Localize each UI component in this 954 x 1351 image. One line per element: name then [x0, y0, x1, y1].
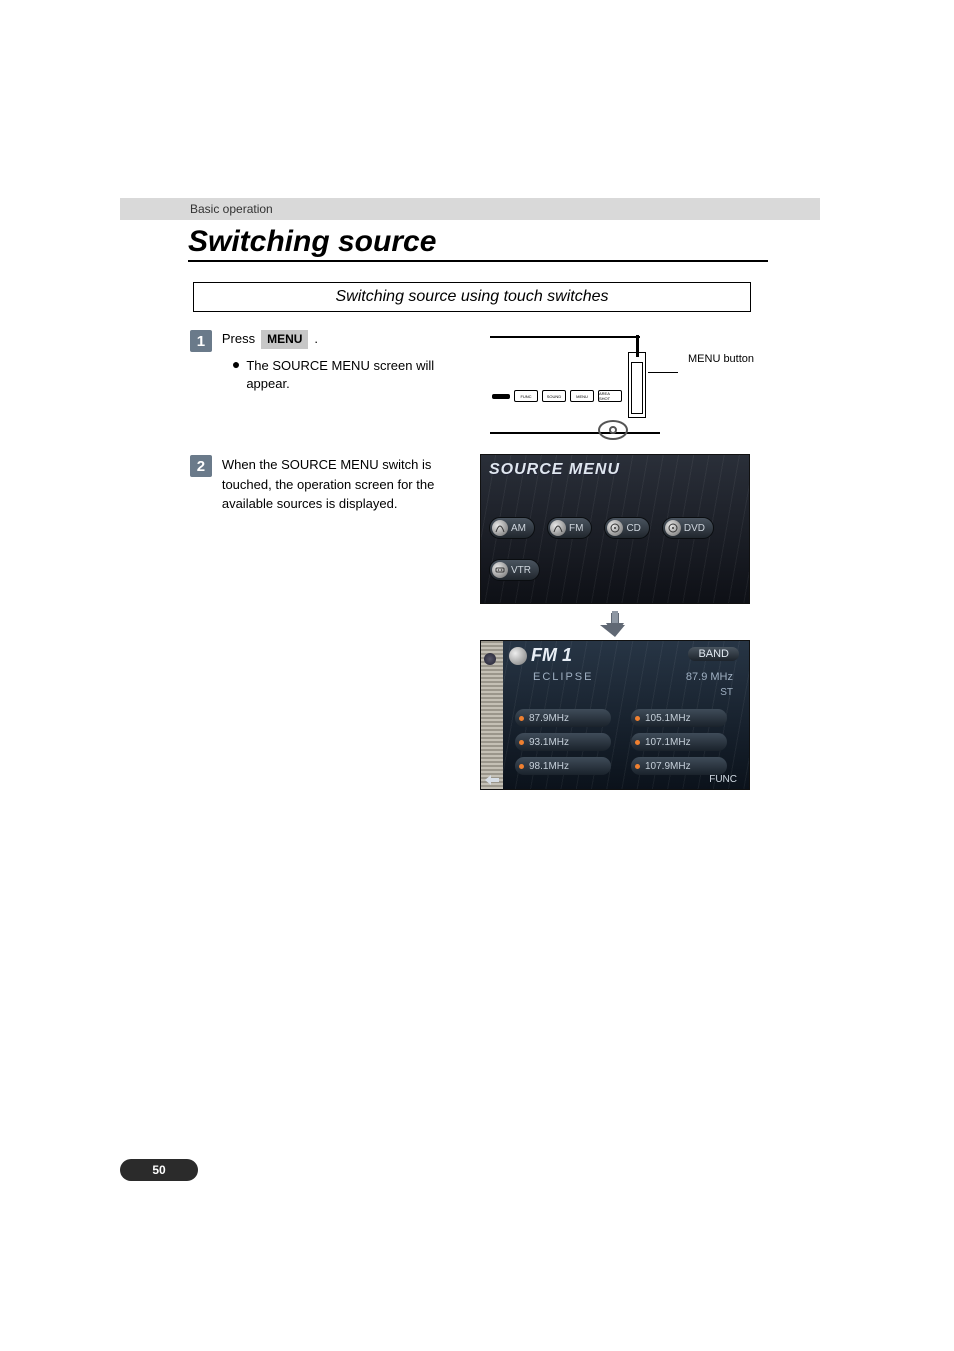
- step-1-body: Press MENU . ● The SOURCE MENU screen wi…: [222, 330, 470, 393]
- fm-screenshot: FM 1 BAND ECLIPSE 87.9 MHz ST 87.9MHz 10…: [480, 640, 750, 790]
- fm-stereo-indicator: ST: [720, 687, 733, 698]
- step-2: 2 When the SOURCE MENU switch is touched…: [190, 455, 470, 514]
- source-menu-title: SOURCE MENU: [489, 461, 620, 479]
- fm-func-button[interactable]: FUNC: [709, 774, 737, 785]
- title-rule: [188, 260, 768, 262]
- device-bottom-edge: [490, 432, 660, 434]
- category-text: Basic operation: [190, 202, 273, 216]
- press-period: .: [314, 330, 318, 348]
- source-cd-label: CD: [626, 523, 640, 534]
- fm-preset-3[interactable]: 93.1MHz: [515, 733, 611, 751]
- fm-preset-6[interactable]: 107.9MHz: [631, 757, 727, 775]
- device-slot: [492, 394, 510, 399]
- source-vtr-label: VTR: [511, 565, 531, 576]
- source-vtr-chip[interactable]: VTR: [489, 559, 540, 581]
- source-menu-screenshot: SOURCE MENU SOURCE MENU AM FM CD DVD: [480, 454, 750, 604]
- page-number: 50: [120, 1159, 198, 1181]
- device-button-row: FUNC SOUND MENU AREA SHOT: [492, 390, 622, 402]
- device-dial-center: [609, 426, 617, 434]
- disc-icon: [665, 520, 681, 536]
- fm-left-edge: [481, 641, 503, 789]
- step-1-badge: 1: [190, 330, 212, 352]
- device-areashot-button: AREA SHOT: [598, 390, 622, 402]
- source-menu-row-2: VTR: [489, 559, 540, 581]
- radio-wave-icon: [509, 647, 527, 665]
- device-side-panel-inner: [631, 362, 643, 414]
- callout-line: [648, 372, 678, 373]
- fm-preset-2[interactable]: 105.1MHz: [631, 709, 727, 727]
- radio-wave-icon: [492, 520, 508, 536]
- bullet-icon: ●: [232, 357, 240, 393]
- source-dvd-label: DVD: [684, 523, 705, 534]
- device-top-edge: [490, 336, 640, 338]
- step-2-body: When the SOURCE MENU switch is touched, …: [222, 455, 470, 514]
- fm-preset-4[interactable]: 107.1MHz: [631, 733, 727, 751]
- source-fm-chip[interactable]: FM: [547, 517, 592, 539]
- device-sound-button: SOUND: [542, 390, 566, 402]
- source-am-chip[interactable]: AM: [489, 517, 535, 539]
- fm-current-freq: 87.9 MHz: [686, 671, 733, 683]
- section-heading: Switching source using touch switches: [335, 288, 608, 306]
- menu-callout-label: MENU button: [688, 353, 754, 366]
- radio-wave-icon: [550, 520, 566, 536]
- step-2-text: When the SOURCE MENU switch is touched, …: [222, 457, 434, 511]
- source-am-label: AM: [511, 523, 526, 534]
- device-menu-button: MENU: [570, 390, 594, 402]
- device-diagram: FUNC SOUND MENU AREA SHOT: [480, 332, 680, 442]
- step-1-sub: ● The SOURCE MENU screen will appear.: [232, 357, 470, 393]
- menu-chip: MENU: [261, 330, 308, 349]
- fm-title-text: FM 1: [531, 645, 572, 665]
- page-title: Switching source: [188, 225, 436, 259]
- source-cd-chip[interactable]: CD: [604, 517, 649, 539]
- device-func-button: FUNC: [514, 390, 538, 402]
- section-heading-box: Switching source using touch switches: [193, 282, 751, 312]
- source-dvd-chip[interactable]: DVD: [662, 517, 714, 539]
- step-1-press-line: Press MENU .: [222, 330, 470, 349]
- down-arrow-icon: [600, 609, 630, 644]
- source-fm-label: FM: [569, 523, 583, 534]
- back-icon[interactable]: [485, 775, 499, 785]
- disc-icon: [607, 520, 623, 536]
- fm-preset-1[interactable]: 87.9MHz: [515, 709, 611, 727]
- fm-title: FM 1: [509, 645, 572, 666]
- page: Basic operation Switching source Switchi…: [0, 0, 954, 1351]
- fm-station-name: ECLIPSE: [533, 671, 593, 683]
- fm-preset-5[interactable]: 98.1MHz: [515, 757, 611, 775]
- step-1-sub-text: The SOURCE MENU screen will appear.: [246, 357, 470, 393]
- press-word: Press: [222, 330, 255, 348]
- category-bar: Basic operation: [120, 198, 820, 220]
- step-2-badge: 2: [190, 455, 212, 477]
- fm-band-button[interactable]: BAND: [688, 647, 739, 661]
- device-dial: [598, 420, 628, 440]
- step-1: 1 Press MENU . ● The SOURCE MENU screen …: [190, 330, 470, 393]
- source-menu-row-1: AM FM CD DVD: [489, 517, 714, 539]
- tape-icon: [492, 562, 508, 578]
